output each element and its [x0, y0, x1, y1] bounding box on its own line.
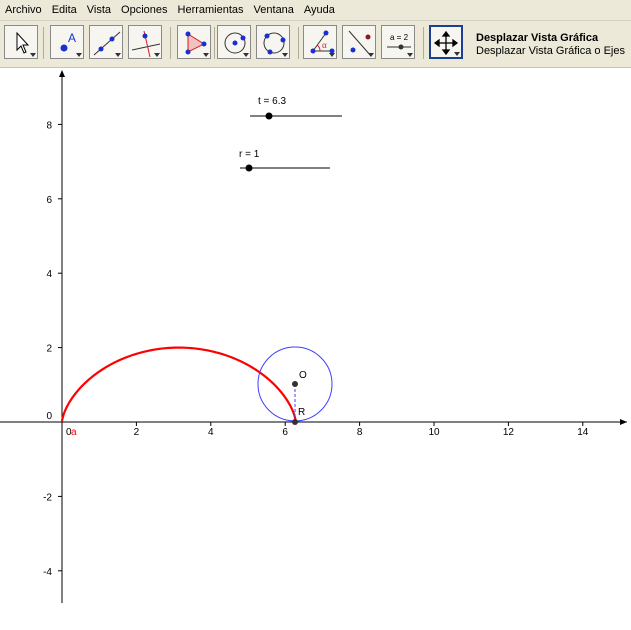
toolbar-separator — [170, 27, 171, 59]
selected-tool-description: Desplazar Vista Gráfica o Ejes — [476, 45, 625, 57]
x-tick-label: 8 — [357, 427, 363, 438]
x-tick-label: 10 — [428, 427, 440, 438]
contact-point[interactable] — [292, 419, 298, 425]
y-tick-label: 2 — [46, 344, 52, 355]
polygon-tool-button[interactable] — [177, 25, 211, 59]
point-tool-button[interactable]: A — [50, 25, 84, 59]
menu-ventana[interactable]: Ventana — [249, 4, 299, 16]
y-axis-ticks: 8 6 4 2 0 -2 -4 — [43, 120, 62, 578]
y-axis-arrow — [59, 70, 65, 77]
dropdown-triangle-icon — [154, 53, 160, 57]
y-tick-label: 0 — [46, 411, 52, 422]
dropdown-triangle-icon — [368, 53, 374, 57]
x-axis-arrow — [620, 419, 627, 425]
y-tick-label: -2 — [43, 492, 52, 503]
x-tick-label: 6 — [282, 427, 288, 438]
svg-text:A: A — [68, 31, 76, 45]
menu-edita[interactable]: Edita — [47, 4, 82, 16]
reflect-tool-button[interactable] — [342, 25, 376, 59]
menu-vista[interactable]: Vista — [82, 4, 116, 16]
x-tick-label: 2 — [134, 427, 140, 438]
selected-tool-info: Desplazar Vista Gráfica Desplazar Vista … — [476, 32, 625, 58]
slider-t-handle[interactable] — [265, 112, 273, 120]
dropdown-triangle-icon — [30, 53, 36, 57]
toolbar-separator — [298, 27, 299, 59]
slider-t-label: t = 6.3 — [258, 96, 287, 107]
menu-bar: Archivo Edita Vista Opciones Herramienta… — [0, 0, 631, 21]
toolbar-separator — [423, 27, 424, 59]
circle-center-point-tool-button[interactable] — [217, 25, 251, 59]
selected-tool-title: Desplazar Vista Gráfica — [476, 32, 599, 44]
dropdown-triangle-icon — [454, 52, 460, 56]
y-tick-label: 8 — [46, 120, 52, 131]
dropdown-triangle-icon — [76, 53, 82, 57]
dropdown-triangle-icon — [203, 53, 209, 57]
x-axis-ticks: 2 4 6 8 10 12 14 — [134, 422, 589, 438]
toolbar-separator — [43, 27, 44, 59]
slider-tool-button[interactable]: a = 2 — [381, 25, 415, 59]
toolbar: A α a = 2 Desplazar Vista Gráfica Despla… — [0, 21, 631, 68]
menu-herramientas[interactable]: Herramientas — [173, 4, 249, 16]
cycloid-curve[interactable] — [60, 346, 297, 423]
graphics-view[interactable]: 2 4 6 8 10 12 14 8 6 4 2 0 -2 -4 0 a t = 6.3 r = 1 O… — [0, 68, 631, 630]
toolbar-separator — [214, 27, 215, 59]
slider-r-label: r = 1 — [239, 149, 260, 160]
y-tick-label: -4 — [43, 567, 52, 578]
svg-text:a = 2: a = 2 — [390, 33, 409, 42]
y-tick-label: 6 — [46, 195, 52, 206]
dropdown-triangle-icon — [243, 53, 249, 57]
x-tick-label: 4 — [208, 427, 214, 438]
dropdown-triangle-icon — [329, 53, 335, 57]
x-tick-label: 12 — [503, 427, 515, 438]
move-graphics-view-tool-button[interactable] — [429, 25, 463, 59]
menu-opciones[interactable]: Opciones — [116, 4, 172, 16]
menu-archivo[interactable]: Archivo — [0, 4, 47, 16]
center-point[interactable] — [292, 381, 298, 387]
dropdown-triangle-icon — [282, 53, 288, 57]
slider-r-handle[interactable] — [245, 164, 253, 172]
contact-point-label: R — [298, 407, 305, 418]
line-tool-button[interactable] — [89, 25, 123, 59]
perpendicular-tool-button[interactable] — [128, 25, 162, 59]
svg-text:α: α — [322, 40, 327, 50]
menu-ayuda[interactable]: Ayuda — [299, 4, 340, 16]
y-tick-label: 4 — [46, 269, 52, 280]
move-tool-button[interactable] — [4, 25, 38, 59]
curve-label-a: a — [71, 427, 77, 438]
dropdown-triangle-icon — [407, 53, 413, 57]
angle-tool-button[interactable]: α — [303, 25, 337, 59]
circle-three-points-tool-button[interactable] — [256, 25, 290, 59]
dropdown-triangle-icon — [115, 53, 121, 57]
center-point-label: O — [299, 370, 307, 381]
x-tick-label: 14 — [577, 427, 589, 438]
